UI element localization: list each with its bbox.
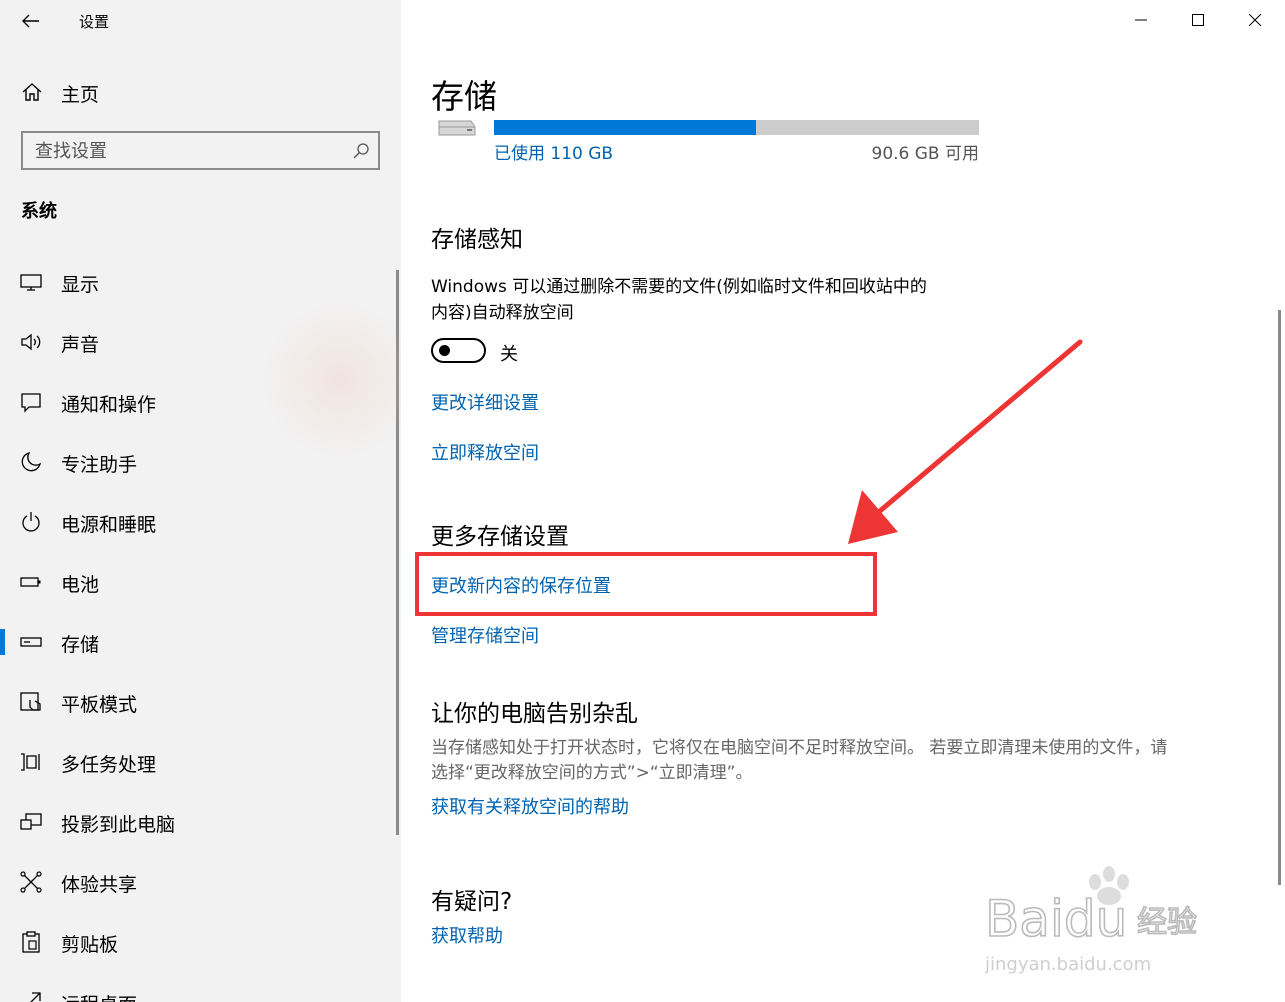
storage-sense-description-line2: 内容)自动释放空间: [431, 303, 574, 323]
display-icon: [20, 274, 42, 291]
storage-sense-toggle[interactable]: [431, 338, 486, 363]
app-title: 设置: [79, 13, 110, 31]
sidebar-item-battery[interactable]: 电池: [0, 552, 401, 612]
declutter-description-line2: 选择“更改释放空间的方式”>“立即清理”。: [431, 763, 753, 783]
sidebar-item-tablet-mode[interactable]: 平板模式: [0, 672, 401, 732]
declutter-description-line1: 当存储感知处于打开状态时，它将仅在电脑空间不足时释放空间。 若要立即清理未使用的…: [431, 738, 1168, 758]
storage-used-label: 已使用 110 GB: [494, 144, 614, 164]
sidebar-item-label: 远程桌面: [61, 990, 137, 1002]
close-button[interactable]: [1227, 0, 1283, 40]
tablet-icon: [20, 692, 41, 711]
sidebar-scrollbar[interactable]: [396, 270, 399, 835]
free-up-space-now-link[interactable]: 立即释放空间: [431, 439, 539, 465]
back-button[interactable]: [14, 6, 48, 36]
sidebar-item-label: 显示: [61, 274, 100, 296]
maximize-button[interactable]: [1170, 0, 1226, 40]
change-storage-sense-settings-link[interactable]: 更改详细设置: [431, 389, 539, 415]
minimize-button[interactable]: [1113, 0, 1169, 40]
storage-sense-heading: 存储感知: [431, 227, 523, 253]
storage-sense-toggle-state: 关: [500, 344, 518, 365]
sidebar-item-label: 多任务处理: [61, 754, 157, 776]
sidebar-item-clipboard[interactable]: 剪贴板: [0, 912, 401, 972]
search-input[interactable]: [35, 139, 335, 163]
power-icon: [22, 512, 40, 532]
annotation-arrow: [848, 339, 1083, 544]
remote-desktop-icon: [30, 992, 41, 1002]
sidebar-item-label: 电池: [61, 574, 100, 596]
sidebar-item-label: 剪贴板: [61, 934, 119, 956]
sidebar-item-label: 专注助手: [61, 454, 138, 476]
search-box[interactable]: [21, 131, 380, 170]
maximize-icon: [1192, 14, 1204, 26]
multitask-icon: [21, 753, 40, 771]
watermark-brand-cn: 经验: [1137, 905, 1197, 940]
sidebar-item-home[interactable]: 主页: [0, 70, 401, 114]
storage-icon: [20, 637, 42, 647]
annotation-highlight-box: [415, 552, 877, 616]
notification-icon: [21, 393, 41, 413]
sidebar-item-storage[interactable]: 存储: [0, 612, 401, 672]
storage-usage-bar: [494, 120, 979, 135]
sidebar-item-label: 主页: [61, 84, 100, 106]
search-icon[interactable]: [352, 142, 370, 160]
sidebar-item-label: 存储: [61, 634, 100, 656]
sidebar-item-notifications[interactable]: 通知和操作: [0, 372, 401, 432]
sound-icon: [21, 333, 41, 351]
storage-sense-description-line1: Windows 可以通过删除不需要的文件(例如临时文件和回收站中的: [431, 277, 927, 297]
sidebar-item-label: 体验共享: [61, 874, 138, 896]
declutter-heading: 让你的电脑告别杂乱: [431, 701, 638, 727]
get-help-link[interactable]: 获取帮助: [431, 922, 503, 948]
sidebar: 设置 主页 系统 显示 声音: [0, 0, 401, 1002]
sidebar-item-multitasking[interactable]: 多任务处理: [0, 732, 401, 792]
sidebar-item-label: 声音: [61, 334, 100, 356]
free-space-help-link[interactable]: 获取有关释放空间的帮助: [431, 793, 629, 819]
clipboard-icon: [22, 931, 40, 953]
sidebar-item-shared-experiences[interactable]: 体验共享: [0, 852, 401, 912]
manage-storage-spaces-link[interactable]: 管理存储空间: [431, 622, 539, 648]
storage-free-label: 90.6 GB 可用: [871, 144, 980, 164]
sidebar-nav: 显示 声音 通知和操作 专注助手 电源和睡眠 电池 存储 平板模式 多任务处理 …: [0, 252, 401, 1002]
project-icon: [20, 813, 42, 830]
sidebar-item-label: 投影到此电脑: [61, 814, 176, 836]
battery-icon: [20, 577, 41, 587]
sidebar-item-project-to-pc[interactable]: 投影到此电脑: [0, 792, 401, 852]
home-icon: [22, 83, 42, 101]
sidebar-item-remote-desktop[interactable]: 远程桌面: [0, 972, 401, 1002]
sidebar-item-label: 通知和操作: [61, 394, 157, 416]
sidebar-item-display[interactable]: 显示: [0, 252, 401, 312]
drive-icon: [438, 120, 476, 136]
more-storage-settings-heading: 更多存储设置: [431, 524, 569, 550]
close-icon: [1249, 14, 1261, 26]
baidu-jingyan-watermark: Baidu 经验 jingyan.baidu.com: [985, 866, 1198, 975]
main-scrollbar[interactable]: [1278, 310, 1281, 885]
watermark-url: jingyan.baidu.com: [985, 954, 1151, 975]
questions-heading: 有疑问?: [431, 889, 513, 915]
minimize-icon: [1135, 19, 1147, 21]
moon-icon: [21, 451, 42, 472]
sidebar-item-label: 电源和睡眠: [61, 514, 157, 536]
sidebar-item-sound[interactable]: 声音: [0, 312, 401, 372]
back-arrow-icon: [22, 14, 39, 28]
sidebar-item-power-sleep[interactable]: 电源和睡眠: [0, 492, 401, 552]
page-title: 存储: [431, 77, 497, 116]
watermark-brand: Baidu: [985, 890, 1127, 948]
toggle-knob: [439, 345, 450, 356]
sidebar-item-label: 平板模式: [61, 694, 138, 716]
share-icon: [20, 871, 42, 893]
sidebar-item-focus-assist[interactable]: 专注助手: [0, 432, 401, 492]
storage-usage-fill: [494, 120, 756, 135]
sidebar-section-title: 系统: [21, 201, 57, 222]
